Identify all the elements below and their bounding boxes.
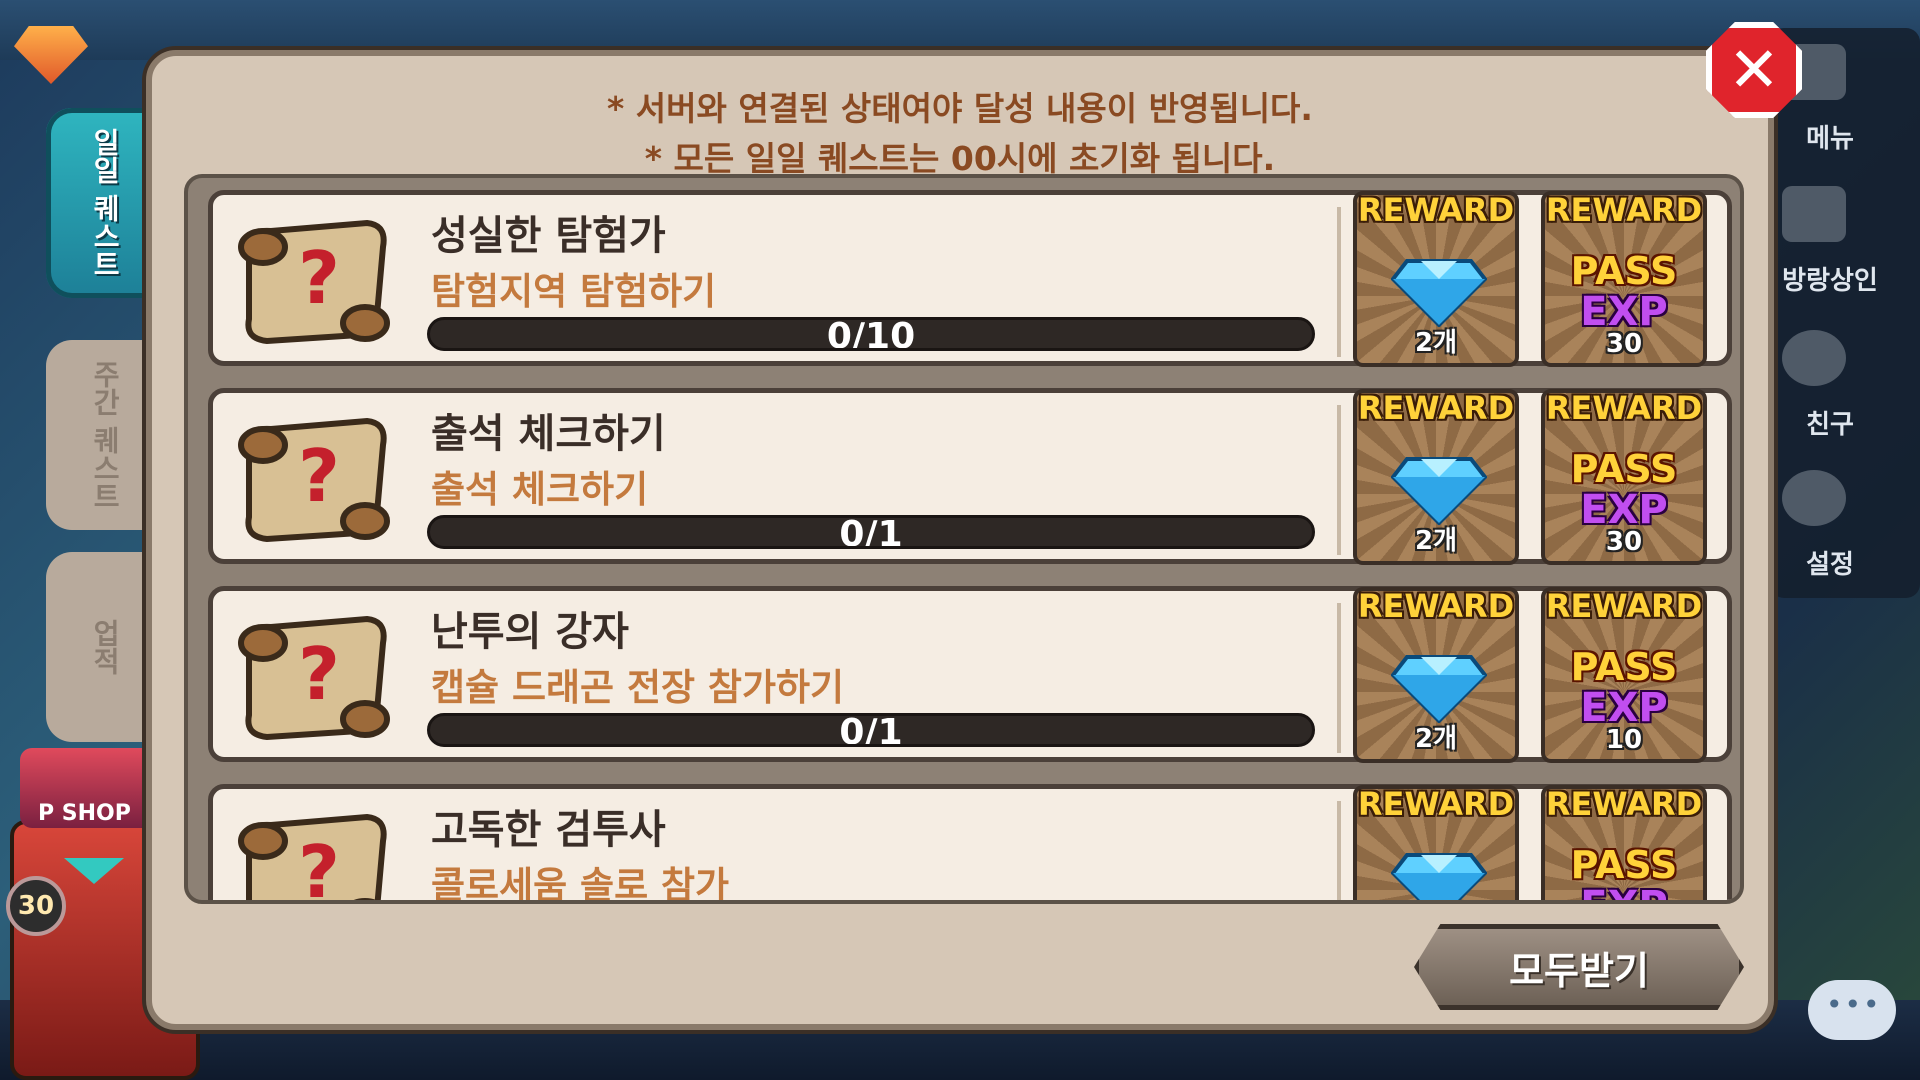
close-icon: ✕ [1728,33,1780,106]
reward-amount: 10 [1605,725,1643,755]
quest-description: 캡슐 드래곤 전장 참가하기 [431,666,845,709]
reward-label: REWARD [1545,191,1703,229]
merchant-label[interactable]: 방랑상인 [1770,260,1890,297]
reward-label: REWARD [1545,587,1703,625]
merchant-icon[interactable] [1782,186,1846,242]
notice-line-2: * 모든 일일 퀘스트는 00시에 초기화 됩니다. [644,139,1276,178]
reward-label: REWARD [1357,191,1515,229]
divider [1337,207,1341,357]
svg-text:?: ? [298,434,340,518]
reward-label: REWARD [1357,389,1515,427]
receive-all-button[interactable]: 모두받기 [1414,924,1744,1010]
divider [1337,801,1341,900]
quest-title: 출석 체크하기 [431,411,666,457]
quest-scroll-icon: ? [238,615,390,741]
reward-label: REWARD [1545,785,1703,823]
friends-label[interactable]: 친구 [1770,404,1890,441]
quest-description: 콜로세움 솔로 참가 [431,864,730,904]
friends-icon[interactable] [1782,330,1846,386]
divider [1337,603,1341,753]
diamond-icon [1391,853,1487,900]
svg-text:?: ? [298,830,340,904]
quest-progress-bar: 0/1 [427,515,1315,549]
quest-list[interactable]: ? 성실한 탐험가 탐험지역 탐험하기 0/10 REWARD 2개 REWAR… [184,174,1744,904]
quest-description: 탐험지역 탐험하기 [431,270,717,313]
reward-pass-exp-slot[interactable]: REWARD PASS EXP 30 [1541,191,1707,367]
divider [1337,405,1341,555]
pass-label: PASS [1570,843,1678,887]
exp-label: EXP [1545,883,1703,900]
pshop-button[interactable]: P SHOP [20,748,160,828]
close-button[interactable]: ✕ [1706,22,1802,118]
tab-weekly-label: 주간 퀘스트 [88,360,122,510]
reward-pass-exp-slot[interactable]: REWARD PASS EXP 10 [1541,587,1707,763]
reward-count: 2개 [1414,328,1457,358]
notice-line-1: * 서버와 연결된 상태여야 달성 내용이 반영됩니다. [607,89,1313,128]
gear-icon[interactable] [1782,470,1846,526]
reward-label: REWARD [1545,389,1703,427]
quest-title: 성실한 탐험가 [431,213,666,259]
level-badge: 30 [6,876,66,936]
reward-count: 2개 [1414,526,1457,556]
pshop-label: P SHOP [38,801,131,826]
receive-all-label: 모두받기 [1509,948,1649,993]
settings-label[interactable]: 설정 [1770,544,1890,581]
quest-scroll-icon: ? [238,813,387,904]
quest-progress-text: 0/1 [839,515,903,549]
svg-text:?: ? [298,236,340,320]
quest-progress-bar: 0/10 [427,317,1315,351]
reward-gem-slot[interactable]: REWARD 2개 [1353,191,1519,367]
quest-title: 난투의 강자 [431,609,629,655]
gem-icon [14,26,88,84]
tab-achievement-label: 업적 [88,619,122,675]
reward-label: REWARD [1357,785,1515,823]
quest-description: 출석 체크하기 [431,468,649,511]
diamond-icon [1391,259,1487,327]
chat-icon: ••• [1826,988,1882,1021]
pass-label: PASS [1570,447,1678,491]
quest-row: ? 고독한 검투사 콜로세움 솔로 참가 REWARD REWARD PASS … [208,784,1732,904]
quest-scroll-icon: ? [238,417,390,543]
quest-dialog: * 서버와 연결된 상태여야 달성 내용이 반영됩니다. * 모든 일일 퀘스트… [146,50,1774,1030]
quest-row: ? 출석 체크하기 출석 체크하기 0/1 REWARD 2개 REWARD P… [208,388,1732,565]
tab-daily-label: 일일 퀘스트 [88,128,122,278]
reward-gem-slot[interactable]: REWARD 2개 [1353,389,1519,565]
reward-pass-exp-slot[interactable]: REWARD PASS EXP [1541,785,1707,900]
reward-amount: 30 [1605,329,1643,359]
reward-count: 2개 [1414,724,1457,754]
chat-button[interactable]: ••• [1808,980,1896,1040]
quest-title: 고독한 검투사 [431,807,666,853]
quest-row: ? 성실한 탐험가 탐험지역 탐험하기 0/10 REWARD 2개 REWAR… [208,190,1732,367]
diamond-icon [1391,457,1487,525]
pass-label: PASS [1570,249,1678,293]
reward-gem-slot[interactable]: REWARD [1353,785,1519,900]
chevron-down-icon [64,858,124,884]
quest-scroll-icon: ? [238,219,390,345]
svg-text:?: ? [298,632,340,716]
diamond-icon [1391,655,1487,723]
side-menu-label[interactable]: 메뉴 [1770,118,1890,155]
pass-label: PASS [1570,645,1678,689]
reward-label: REWARD [1357,587,1515,625]
quest-progress-text: 0/1 [839,713,903,747]
reward-pass-exp-slot[interactable]: REWARD PASS EXP 30 [1541,389,1707,565]
quest-row: ? 난투의 강자 캡슐 드래곤 전장 참가하기 0/1 REWARD 2개 RE… [208,586,1732,763]
reward-amount: 30 [1605,527,1643,557]
quest-progress-bar: 0/1 [427,713,1315,747]
reward-gem-slot[interactable]: REWARD 2개 [1353,587,1519,763]
quest-progress-text: 0/10 [826,317,916,351]
